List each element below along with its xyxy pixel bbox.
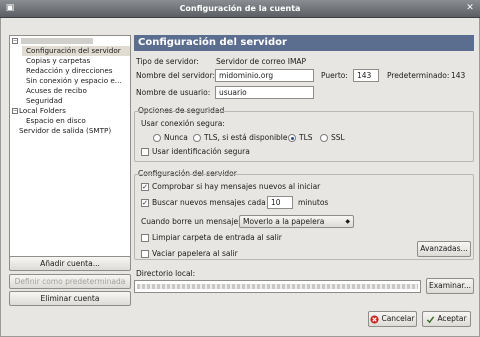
tree-item-local-folders[interactable]: Local Folders [19,106,66,116]
on-delete-label: Cuando borre un mensaje: [141,217,241,226]
accept-button[interactable]: Aceptar [422,311,471,327]
on-delete-select[interactable]: Moverlo a la papelera ◆ [239,215,354,228]
minutes-input[interactable]: 10 [267,196,293,209]
browse-label: Examinar... [428,281,472,290]
empty-trash-checkbox[interactable] [141,250,149,258]
add-account-label: Añadir cuenta... [40,259,100,268]
account-tree[interactable]: − Configuración del servidor Copias y ca… [9,35,131,270]
radio-ssl[interactable] [320,134,328,142]
window-title: Configuración de la cuenta [179,4,301,13]
browse-button[interactable]: Examinar... [426,278,474,294]
collapse-icon[interactable]: − [12,108,18,114]
set-default-label: Definir como predeterminada [14,277,126,286]
default-port-value: 143 [451,71,466,80]
close-icon[interactable]: ✕ [464,3,476,14]
local-dir-path-blurred [137,284,418,289]
accept-label: Aceptar [437,314,467,323]
chevron-updown-icon: ◆ [345,218,350,225]
minutes-label: minutos [298,198,329,207]
add-account-button[interactable]: Añadir cuenta... [9,256,131,271]
secure-auth-label: Usar identificación segura [152,147,250,156]
check-every-label: Buscar nuevos mensajes cada [152,198,266,207]
advanced-label: Avanzadas... [420,244,468,253]
radio-never[interactable] [153,134,161,142]
radio-ssl-label: SSL [331,133,345,142]
clean-inbox-checkbox[interactable] [141,234,149,242]
on-delete-value: Moverlo a la papelera [243,217,325,226]
radio-tls-if-available[interactable] [193,134,201,142]
server-name-input[interactable]: midominio.org [215,69,314,82]
check-on-start-label: Comprobar si hay mensajes nuevos al inic… [152,182,321,191]
set-default-button[interactable]: Definir como predeterminada [9,274,131,289]
default-port-label: Predeterminado: [387,71,450,80]
collapse-icon[interactable]: − [12,38,18,44]
tree-item-server-settings[interactable]: Configuración del servidor [22,46,130,56]
local-dir-path[interactable] [134,280,421,293]
username-label: Nombre de usuario: [136,88,211,97]
tree-item-receipts[interactable]: Acuses de recibo [26,86,87,96]
check-on-start-checkbox[interactable]: ✓ [141,183,149,191]
clean-inbox-label: Limpiar carpeta de entrada al salir [152,233,282,242]
tree-item-account[interactable] [21,36,93,46]
cancel-icon [370,314,380,324]
delete-account-label: Eliminar cuenta [40,294,100,303]
tree-item-composition[interactable]: Redacción y direcciones [26,66,113,76]
cancel-label: Cancelar [381,314,415,323]
local-dir-label: Directorio local: [136,269,196,278]
advanced-button[interactable]: Avanzadas... [417,241,471,257]
cancel-button[interactable]: Cancelar [368,311,417,327]
port-input[interactable]: 143 [353,69,379,82]
empty-trash-label: Vaciar papelera al salir [152,249,238,258]
radio-tls[interactable] [288,134,296,142]
server-type-label: Tipo de servidor: [136,57,199,66]
delete-account-button[interactable]: Eliminar cuenta [9,291,131,306]
account-settings-window: − Configuración del servidor Copias y ca… [0,18,480,337]
title-bar: ▣ Configuración de la cuenta ✕ [0,0,480,18]
tree-item-disk-space[interactable]: Espacio en disco [26,116,86,126]
username-input[interactable]: usuario [215,86,314,99]
radio-tls-if-available-label: TLS, si está disponible [204,133,288,142]
check-every-checkbox[interactable]: ✓ [141,199,149,207]
tree-item-smtp[interactable]: Servidor de salida (SMTP) [19,126,111,136]
port-label: Puerto: [321,71,348,80]
tree-item-offline[interactable]: Sin conexión y espacio e... [26,76,122,86]
check-icon [427,315,435,323]
tree-item-security[interactable]: Seguridad [26,96,63,106]
account-name-blurred [21,38,93,44]
radio-never-label: Nunca [164,133,188,142]
server-name-label: Nombre del servidor: [136,71,215,80]
secure-connection-label: Usar conexión segura: [141,119,225,128]
secure-auth-checkbox[interactable] [141,148,149,156]
radio-tls-label: TLS [299,133,313,142]
server-type-value: Servidor de correo IMAP [216,57,307,66]
page-title: Configuración del servidor [134,35,474,51]
tree-item-copies[interactable]: Copias y carpetas [26,56,90,66]
